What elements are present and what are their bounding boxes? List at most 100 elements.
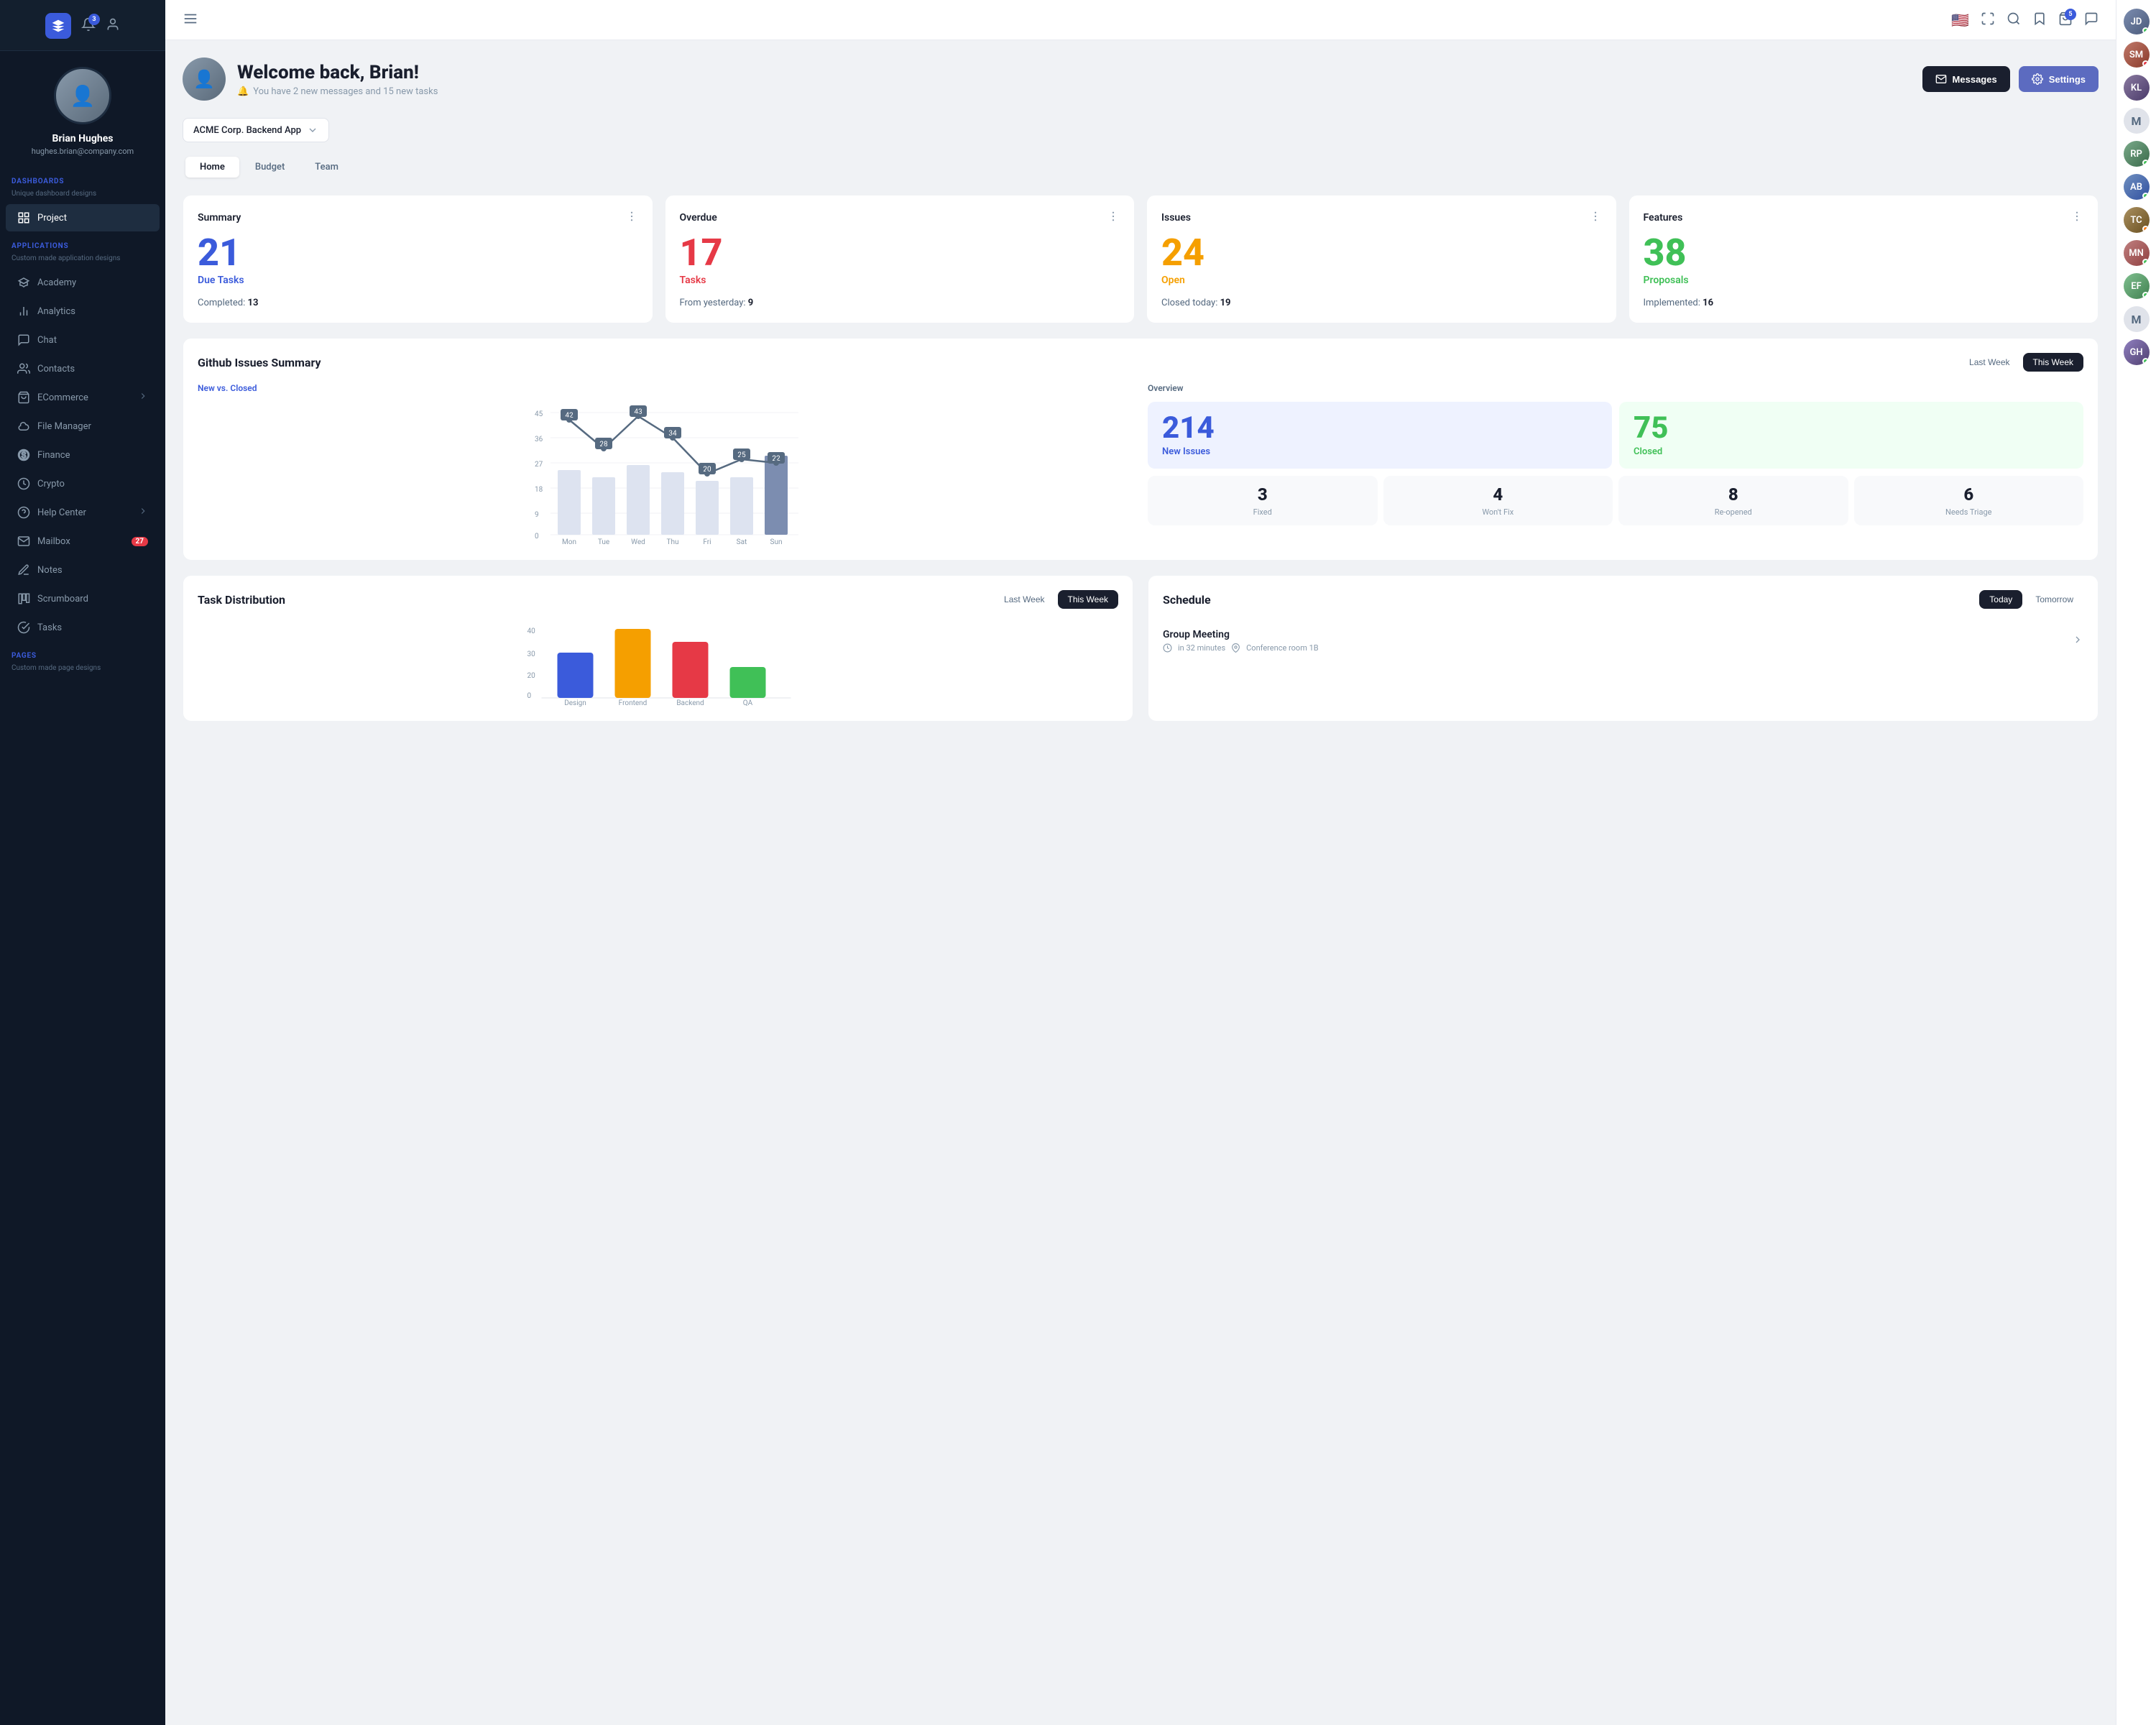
fullscreen-button[interactable]: [1981, 12, 1995, 29]
sidebar-item-label-project: Project: [37, 213, 148, 224]
svg-text:Fri: Fri: [703, 538, 711, 546]
svg-text:0: 0: [535, 533, 539, 540]
sidebar-item-notes[interactable]: Notes: [6, 556, 160, 584]
closed-issues-number: 75: [1634, 413, 2069, 443]
cart-button[interactable]: 5: [2058, 12, 2073, 29]
notifications-button[interactable]: 3: [81, 17, 96, 34]
bottom-row: Task Distribution Last Week This Week 40…: [183, 575, 2099, 722]
sidebar-item-tasks[interactable]: Tasks: [6, 614, 160, 641]
schedule-today-btn[interactable]: Today: [1979, 590, 2022, 609]
messages-button[interactable]: Messages: [1922, 66, 2010, 92]
overview-grid: 214 New Issues 75 Closed 3 Fixed: [1148, 402, 2083, 525]
task-dist-title: Task Distribution: [198, 593, 285, 607]
schedule-header: Schedule Today Tomorrow: [1163, 590, 2083, 609]
card-label-2: Open: [1161, 275, 1602, 286]
app-logo[interactable]: [45, 13, 71, 39]
card-title-3: Features: [1644, 212, 1683, 224]
sidebar-item-help-center[interactable]: Help Center: [6, 499, 160, 526]
search-button[interactable]: [2007, 12, 2021, 29]
schedule-title: Schedule: [1163, 593, 1211, 607]
stat-wontfix-num: 4: [1392, 484, 1605, 505]
right-avatar-8[interactable]: EF: [2124, 273, 2150, 299]
sidebar-item-contacts[interactable]: Contacts: [6, 355, 160, 382]
github-this-week-btn[interactable]: This Week: [2023, 353, 2083, 372]
welcome-subtitle: 🔔 You have 2 new messages and 15 new tas…: [237, 86, 438, 97]
right-avatar-5[interactable]: AB: [2124, 174, 2150, 200]
card-menu-0[interactable]: [625, 210, 638, 226]
right-avatar-7[interactable]: MN: [2124, 240, 2150, 266]
schedule-item-details: Group Meeting in 32 minutes Conference r…: [1163, 629, 1319, 653]
stat-reopened: 8 Re-opened: [1618, 476, 1848, 525]
stat-triage: 6 Needs Triage: [1854, 476, 2084, 525]
schedule-card: Schedule Today Tomorrow Group Meeting in…: [1148, 575, 2099, 722]
right-avatar-0[interactable]: JD: [2124, 9, 2150, 34]
hamburger-button[interactable]: [183, 11, 198, 29]
github-stats-grid: 3 Fixed 4 Won't Fix 8 Re-opened: [1148, 476, 2083, 525]
task-dist-this-week-btn[interactable]: This Week: [1058, 590, 1118, 609]
svg-text:9: 9: [535, 511, 539, 519]
right-avatar-10[interactable]: GH: [2124, 339, 2150, 365]
project-selector[interactable]: ACME Corp. Backend App: [183, 118, 329, 142]
task-dist-header: Task Distribution Last Week This Week: [198, 590, 1118, 609]
summary-card-2: Issues 24 Open Closed today: 19: [1146, 195, 1617, 323]
main-content: 👤 Welcome back, Brian! 🔔 You have 2 new …: [165, 40, 2116, 1725]
sidebar-top: 3: [0, 0, 165, 51]
profile-name: Brian Hughes: [11, 133, 154, 144]
svg-text:Frontend: Frontend: [619, 699, 648, 707]
tab-budget[interactable]: Budget: [241, 157, 299, 178]
user-profile-button[interactable]: [106, 17, 120, 34]
tab-team[interactable]: Team: [300, 157, 353, 178]
card-label-3: Proposals: [1644, 275, 2084, 286]
chart-area: New vs. Closed 45 36 27 18 9 0: [198, 383, 1133, 546]
sidebar-item-crypto[interactable]: Crypto: [6, 470, 160, 497]
right-avatar-9[interactable]: M: [2124, 306, 2150, 332]
schedule-item-meta: in 32 minutes Conference room 1B: [1163, 643, 1319, 653]
task-dist-last-week-btn[interactable]: Last Week: [994, 590, 1054, 609]
sidebar-item-academy[interactable]: Academy: [6, 269, 160, 296]
github-last-week-btn[interactable]: Last Week: [1959, 353, 2019, 372]
sidebar-item-chat[interactable]: Chat: [6, 326, 160, 354]
sidebar-item-label-help-center: Help Center: [37, 507, 131, 518]
messages-header-button[interactable]: [2084, 12, 2099, 29]
sidebar-item-project[interactable]: Project: [6, 204, 160, 231]
bookmark-button[interactable]: [2032, 12, 2047, 29]
welcome-actions: Messages Settings: [1922, 66, 2099, 92]
sidebar-item-scrumboard[interactable]: Scrumboard: [6, 585, 160, 612]
card-title-1: Overdue: [680, 212, 717, 224]
schedule-tomorrow-btn[interactable]: Tomorrow: [2025, 590, 2083, 609]
flag-button[interactable]: 🇺🇸: [1951, 12, 1969, 29]
sidebar-item-mailbox[interactable]: Mailbox 27: [6, 528, 160, 555]
card-label-1: Tasks: [680, 275, 1120, 286]
schedule-chevron-icon[interactable]: [2072, 634, 2083, 648]
tab-home[interactable]: Home: [185, 157, 239, 178]
right-avatar-3[interactable]: M: [2124, 108, 2150, 134]
card-menu-2[interactable]: [1589, 210, 1602, 226]
settings-button[interactable]: Settings: [2019, 66, 2099, 92]
card-header-0: Summary: [198, 210, 638, 226]
profile-avatar: 👤: [54, 67, 111, 124]
page-tabs: Home Budget Team: [183, 154, 356, 180]
sidebar-item-label-crypto: Crypto: [37, 479, 148, 489]
right-avatar-2[interactable]: KL: [2124, 75, 2150, 101]
svg-text:40: 40: [528, 627, 536, 635]
sidebar-item-file-manager[interactable]: File Manager: [6, 413, 160, 440]
svg-text:36: 36: [535, 436, 543, 443]
svg-text:Wed: Wed: [631, 538, 645, 546]
github-week-toggle: Last Week This Week: [1959, 353, 2083, 372]
right-avatar-6[interactable]: TC: [2124, 207, 2150, 233]
profile-section: 👤 Brian Hughes hughes.brian@company.com: [0, 51, 165, 167]
notification-badge: 3: [88, 14, 100, 25]
right-avatar-1[interactable]: SM: [2124, 42, 2150, 68]
card-menu-3[interactable]: [2070, 210, 2083, 226]
sidebar-item-ecommerce[interactable]: ECommerce: [6, 384, 160, 411]
welcome-heading: Welcome back, Brian!: [237, 62, 438, 83]
section-sub-apps: Custom made application designs: [0, 254, 165, 268]
card-menu-1[interactable]: [1107, 210, 1120, 226]
svg-text:18: 18: [535, 486, 543, 494]
sidebar-item-finance[interactable]: Finance: [6, 441, 160, 469]
new-issues-label: New Issues: [1162, 446, 1598, 457]
sidebar-item-analytics[interactable]: Analytics: [6, 298, 160, 325]
right-avatar-4[interactable]: RP: [2124, 141, 2150, 167]
stat-fixed: 3 Fixed: [1148, 476, 1378, 525]
svg-text:Design: Design: [564, 699, 586, 707]
